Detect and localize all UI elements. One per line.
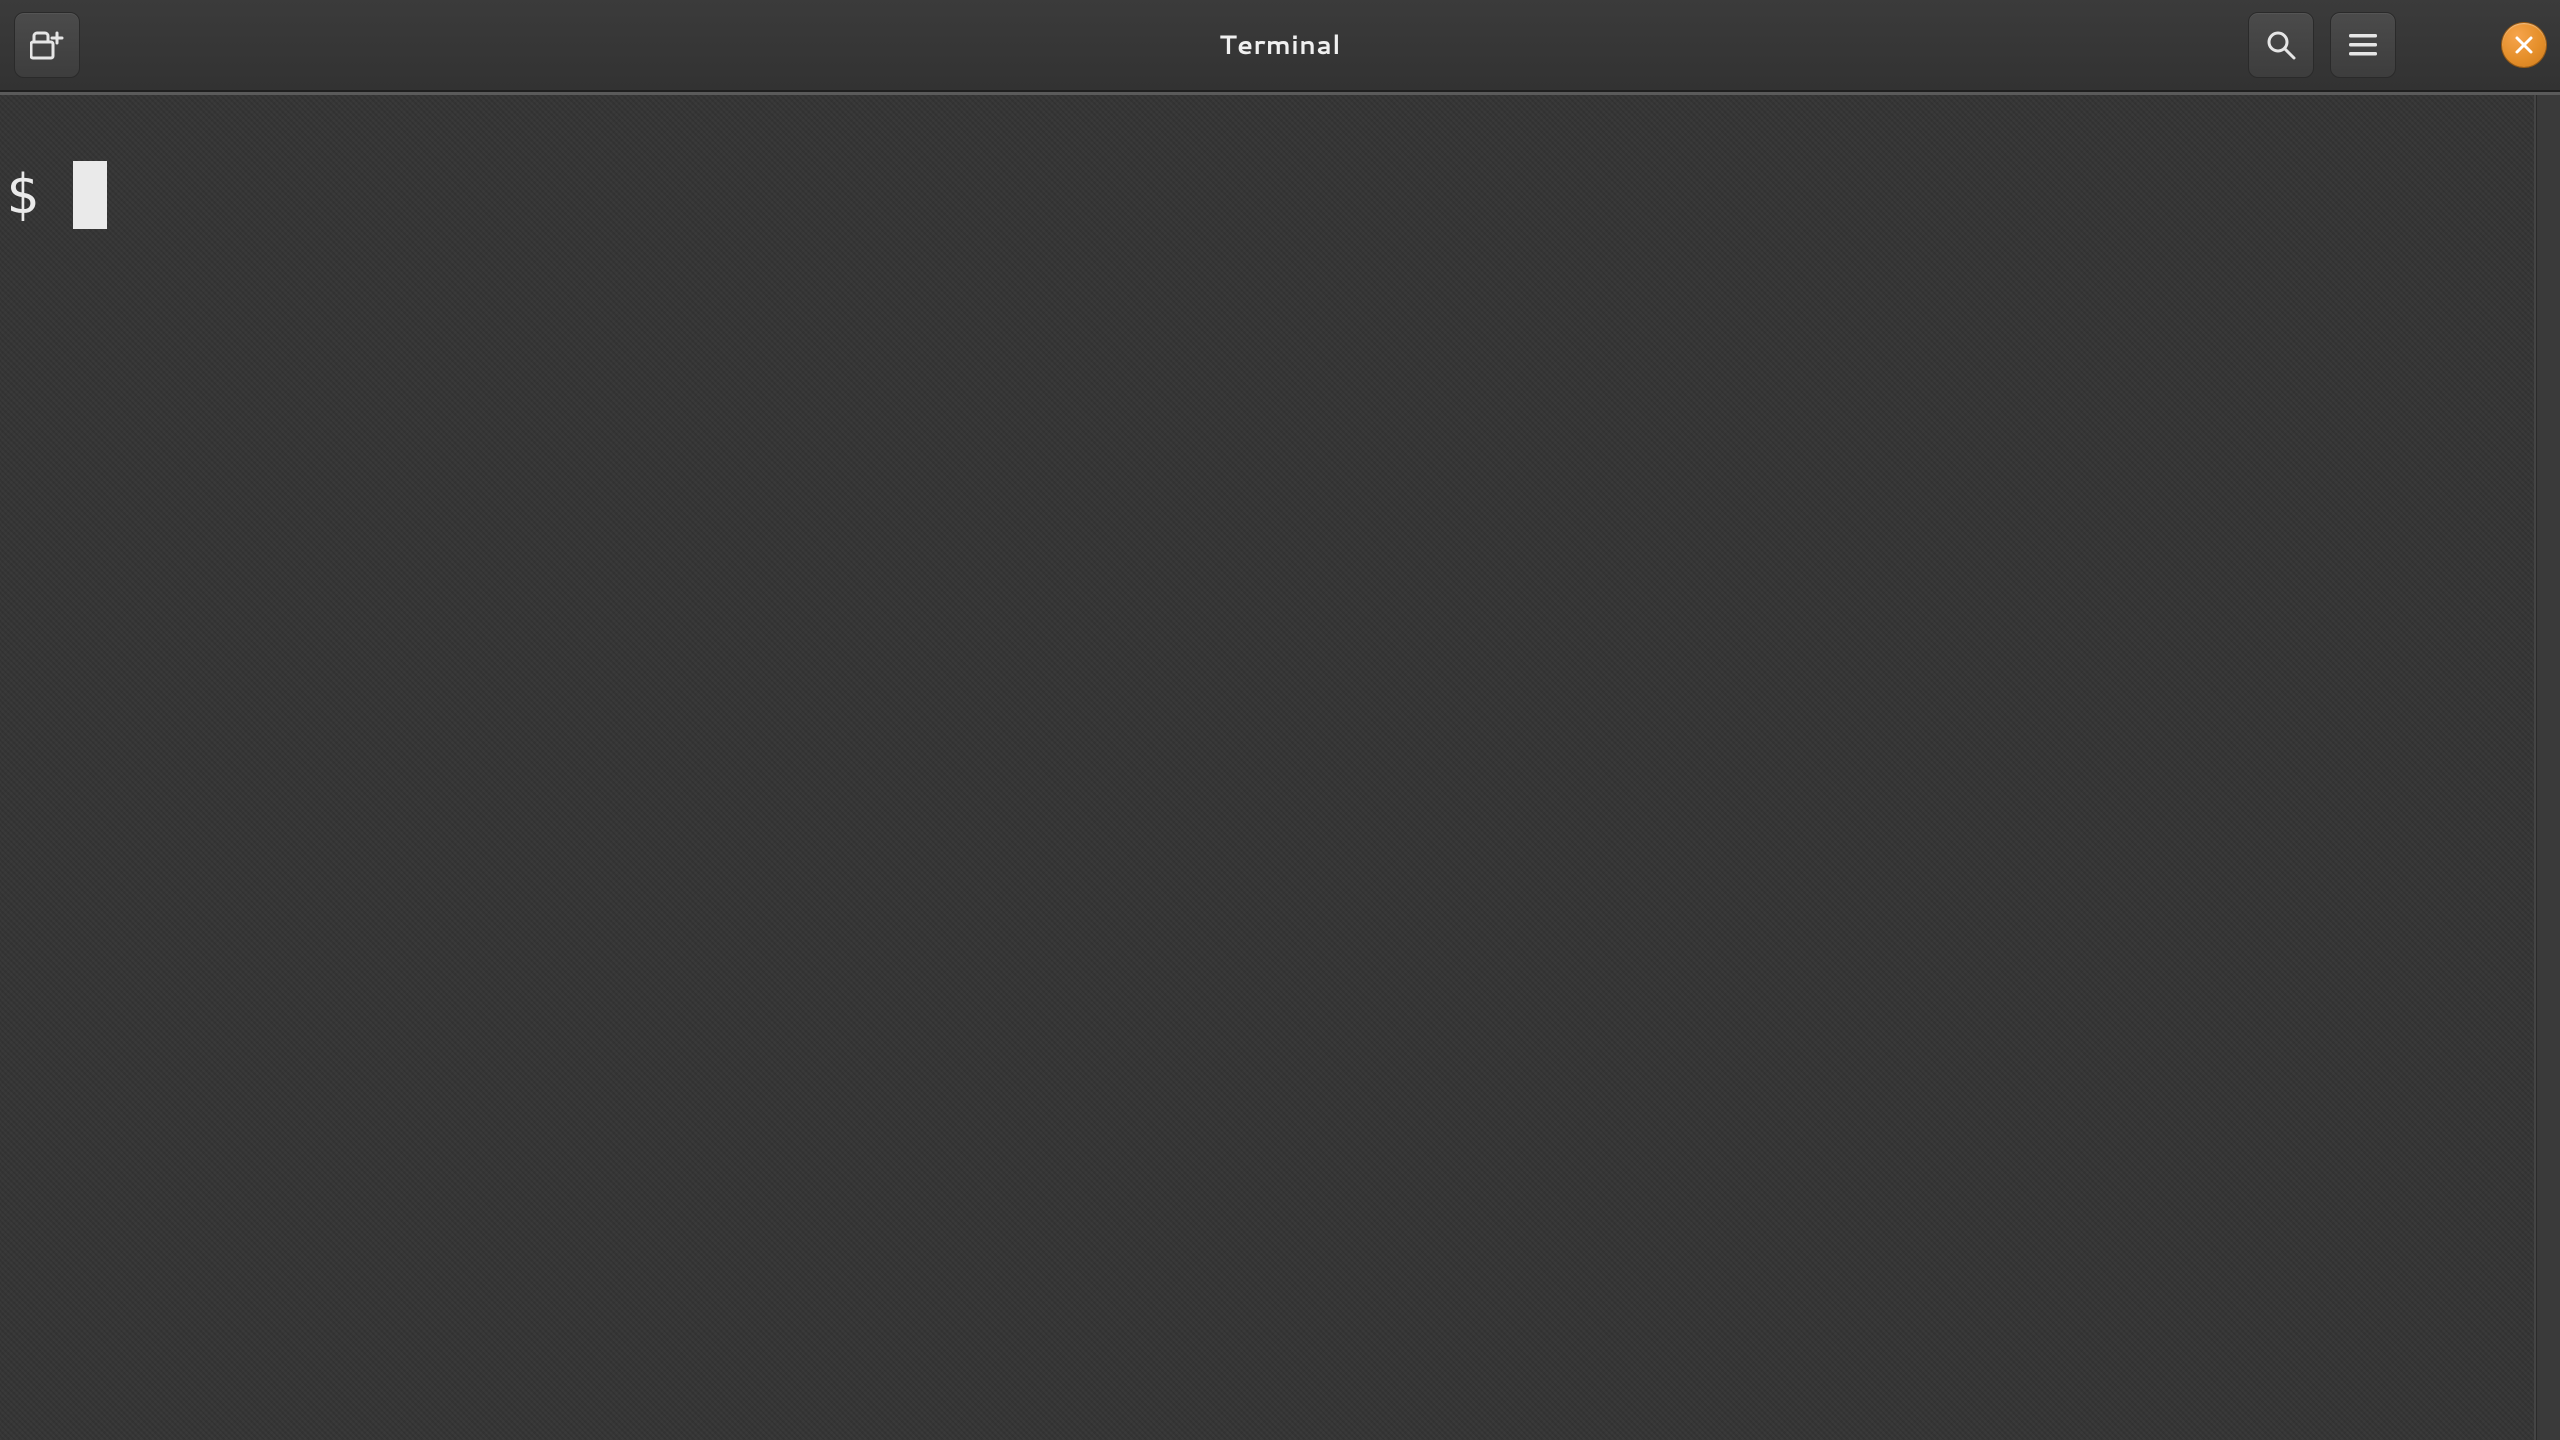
search-button[interactable] <box>2248 12 2314 78</box>
scrollbar-track[interactable] <box>2536 95 2560 1440</box>
new-tab-icon <box>30 30 64 60</box>
terminal-surface[interactable]: $ <box>0 95 2536 1440</box>
titlebar-left-group <box>14 12 80 78</box>
text-cursor <box>73 161 107 229</box>
menu-button[interactable] <box>2330 12 2396 78</box>
new-tab-button[interactable] <box>14 12 80 78</box>
search-icon <box>2265 29 2297 61</box>
hamburger-menu-icon <box>2349 33 2377 57</box>
prompt-line: $ <box>6 161 107 229</box>
close-button[interactable] <box>2502 23 2546 67</box>
close-icon <box>2514 35 2534 55</box>
prompt-symbol: $ <box>6 168 39 222</box>
window-titlebar: Terminal <box>0 0 2560 92</box>
window-title: Terminal <box>1219 27 1340 63</box>
window-controls <box>2456 23 2546 67</box>
terminal-area: $ <box>0 92 2560 1440</box>
titlebar-right-group <box>2248 12 2546 78</box>
minimize-button[interactable] <box>2456 35 2476 55</box>
